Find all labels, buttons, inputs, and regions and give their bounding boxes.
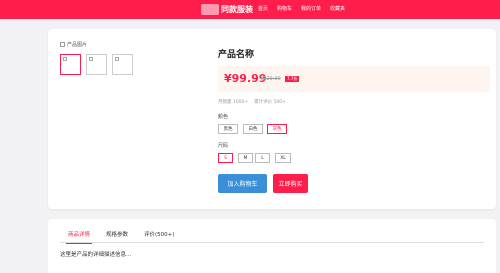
thumbnail-3[interactable]	[112, 54, 133, 75]
brand-logo-icon	[201, 4, 219, 15]
buy-now-button[interactable]: 立即购买	[273, 174, 308, 193]
thumbnail-2[interactable]	[86, 54, 107, 75]
size-option-m[interactable]: M	[238, 153, 253, 163]
nav-cart[interactable]: 购物车	[277, 5, 292, 12]
detail-tabs: 商品详情 规格参数 评价(500+)	[60, 228, 182, 244]
product-main-image[interactable]: 产品图片	[60, 41, 87, 48]
sales-stats: 月销量 1000+ 累计评价 500+	[218, 99, 286, 105]
broken-image-icon	[115, 57, 119, 61]
tab-reviews[interactable]: 评价(500+)	[136, 228, 182, 240]
color-option-white[interactable]: 白色	[243, 124, 263, 134]
product-image-alt: 产品图片	[67, 42, 88, 48]
size-option-s[interactable]: S	[218, 153, 233, 163]
size-option-l[interactable]: L	[255, 153, 270, 163]
color-option-gray[interactable]: 灰色	[267, 124, 287, 134]
tab-details[interactable]: 商品详情	[60, 228, 98, 244]
detail-card: 商品详情 规格参数 评价(500+) 这里是产品的详细描述信息...	[48, 219, 496, 273]
broken-image-icon	[60, 42, 65, 47]
broken-image-icon	[89, 57, 93, 61]
price-box: ¥99.99 ¥129.00 7.7折	[218, 66, 490, 92]
tab-divider	[60, 242, 484, 243]
brand-name: 同款服装	[221, 5, 253, 14]
size-label: 尺码	[218, 143, 229, 149]
color-label: 颜色	[218, 114, 229, 120]
nav-favorites[interactable]: 收藏夹	[330, 5, 345, 12]
color-option-black[interactable]: 黑色	[218, 124, 238, 134]
nav-home[interactable]: 首页	[258, 5, 268, 12]
add-to-cart-button[interactable]: 加入购物车	[218, 174, 267, 193]
review-count: 累计评价 500+	[254, 100, 286, 105]
monthly-sales: 月销量 1000+	[218, 100, 249, 105]
original-price: ¥129.00	[260, 76, 281, 82]
top-navbar: 同款服装 首页 购物车 我的订单 收藏夹	[0, 0, 500, 19]
tab-specs[interactable]: 规格参数	[98, 228, 136, 240]
discount-badge: 7.7折	[285, 76, 300, 82]
brand[interactable]: 同款服装	[201, 2, 253, 17]
product-title: 产品名称	[218, 50, 255, 60]
nav-orders[interactable]: 我的订单	[301, 5, 321, 12]
main-nav: 首页 购物车 我的订单 收藏夹	[258, 5, 345, 12]
size-option-xl[interactable]: XL	[275, 153, 291, 163]
broken-image-icon	[63, 57, 67, 61]
product-card: 产品图片 产品名称 ¥99.99 ¥129.00 7.7折 月销量 1000+ …	[48, 29, 496, 209]
product-description: 这里是产品的详细描述信息...	[60, 252, 132, 258]
thumbnail-1[interactable]	[60, 54, 81, 75]
